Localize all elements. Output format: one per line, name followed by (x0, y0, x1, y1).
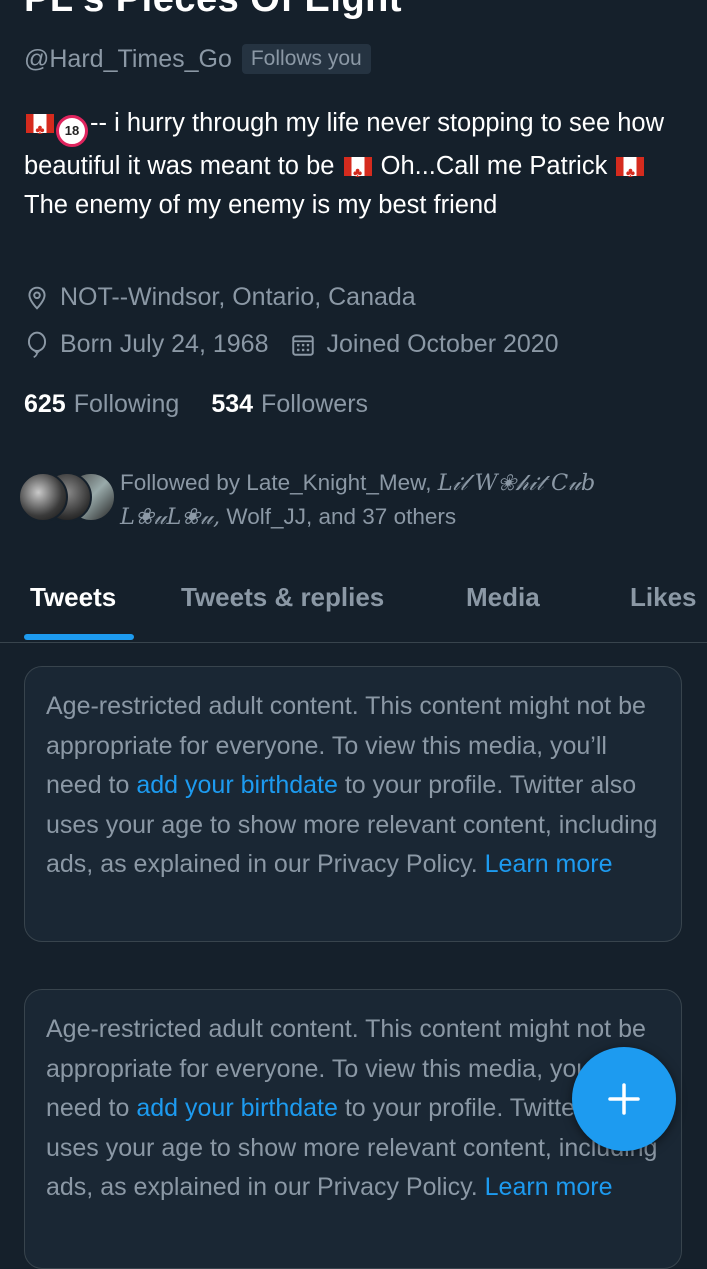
following-label: Following (73, 390, 180, 418)
tab-tweets[interactable]: Tweets (30, 582, 116, 613)
followers-count: 534 (211, 390, 254, 418)
tab-tweets-and-replies[interactable]: Tweets & replies (181, 582, 384, 613)
profile-counts: 625 Following 534 Followers (24, 390, 368, 419)
learn-more-link[interactable]: Learn more (485, 850, 613, 878)
no-under-18-icon: 18 (56, 115, 88, 147)
tab-likes[interactable]: Likes (630, 582, 697, 613)
avatar (18, 472, 68, 522)
followed-by-text: Followed by Late_Knight_Mew, L𝒾𝓁 W❀𝒽𝒾𝓉 C… (120, 466, 660, 534)
active-tab-indicator (24, 634, 134, 640)
follows-you-badge: Follows you (241, 44, 371, 74)
profile-location: NOT--Windsor, Ontario, Canada (24, 283, 416, 312)
profile-tabs: Tweets Tweets & replies Media Likes (0, 570, 707, 643)
profile-display-name: PL's Pieces Of Eight (24, 0, 402, 21)
followed-by-name-fancy: L𝒾𝓁 W❀𝒽𝒾𝓉 C𝓊b (437, 470, 596, 496)
canada-flag-icon (343, 153, 372, 192)
bio-text-3: The enemy of my enemy is my best friend (24, 191, 498, 219)
add-birthdate-link[interactable]: add your birthdate (136, 1094, 338, 1122)
following-count: 625 (24, 390, 66, 418)
bio-text-2: Oh...Call me Patrick (380, 152, 608, 180)
following-link[interactable]: 625 Following (24, 390, 179, 419)
followers-label: Followers (261, 390, 369, 418)
followed-by-name-fancy-2: L❀𝓊L❀𝓊, (120, 504, 221, 530)
learn-more-link[interactable]: Learn more (485, 1173, 613, 1201)
birthday-text: Born July 24, 1968 (60, 330, 269, 358)
profile-handle-row: @Hard_Times_Go Follows you (24, 44, 371, 74)
add-birthdate-link[interactable]: add your birthdate (136, 771, 338, 799)
canada-flag-icon (616, 153, 645, 192)
profile-dates: Born July 24, 1968 Joined October 2020 (24, 330, 559, 359)
age-restricted-notice: Age-restricted adult content. This conte… (24, 666, 682, 942)
followed-by-row[interactable]: Followed by Late_Knight_Mew, L𝒾𝓁 W❀𝒽𝒾𝓉 C… (18, 466, 660, 534)
tab-media[interactable]: Media (466, 582, 540, 613)
canada-flag-icon (26, 110, 54, 149)
joined-text: Joined October 2020 (326, 330, 559, 358)
profile-bio: 18-- i hurry through my life never stopp… (24, 104, 684, 225)
compose-tweet-button[interactable] (572, 1047, 676, 1151)
followers-link[interactable]: 534 Followers (211, 390, 368, 419)
profile-handle: @Hard_Times_Go (24, 44, 232, 73)
followed-by-suffix: Wolf_JJ, and 37 others (226, 504, 457, 529)
follower-avatars (18, 472, 116, 528)
calendar-icon (292, 334, 315, 356)
plus-icon (608, 1083, 640, 1115)
balloon-icon (27, 331, 47, 358)
location-text: NOT--Windsor, Ontario, Canada (60, 283, 416, 311)
followed-by-prefix: Followed by Late_Knight_Mew, (120, 470, 432, 495)
location-pin-icon (28, 286, 46, 310)
